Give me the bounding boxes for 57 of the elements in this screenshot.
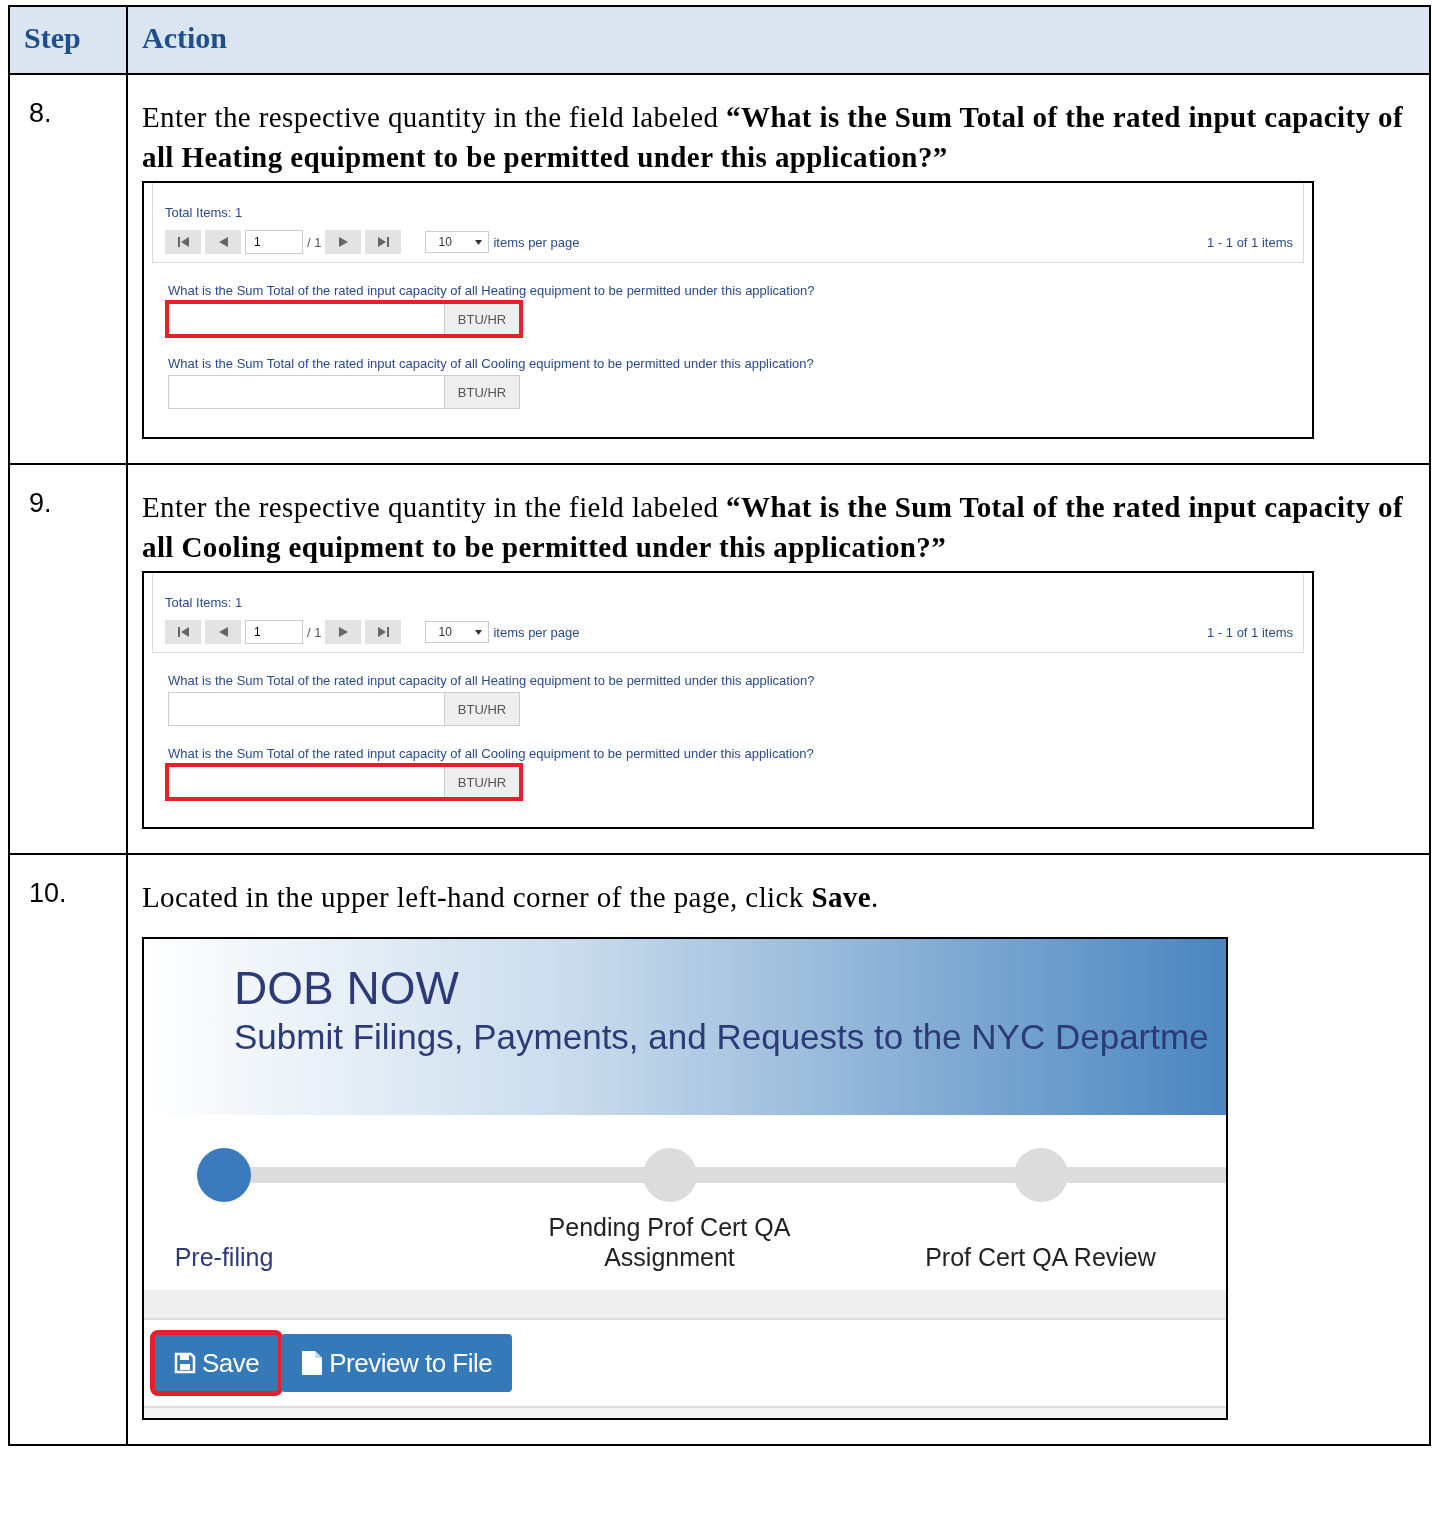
field-label: What is the Sum Total of the rated input capacity of all Cooling equipment to be permitted under this application? [168, 746, 815, 761]
unit-label: BTU/HR [444, 767, 519, 797]
document-icon [301, 1350, 324, 1376]
capacity-input-group[interactable]: BTU/HR [165, 763, 523, 801]
instruction-text: Located in the upper left-hand corner of the page, click Save. [142, 880, 880, 915]
capacity-input-group[interactable]: BTU/HR [168, 692, 520, 726]
item-range-text: 1 - 1 of 1 items [1207, 624, 1293, 640]
last-page-icon [377, 237, 389, 247]
page-count-text: / 1 [307, 234, 322, 250]
capacity-input-group[interactable]: BTU/HR [168, 375, 520, 409]
dropdown-caret-icon [475, 239, 483, 245]
first-page-icon [177, 627, 189, 637]
page-size-dropdown[interactable]: 10 [425, 621, 490, 643]
total-items-text: Total Items: 1 [165, 205, 244, 220]
unit-label: BTU/HR [444, 693, 519, 725]
instruction-text: Enter the respective quantity in the field labeled “What is the Sum Total of the rated input capacity of all Heating equipment to be permitted under this application?” [142, 100, 1405, 175]
page-size-dropdown[interactable]: 10 [425, 231, 490, 253]
preview-button[interactable]: Preview to File [281, 1334, 513, 1392]
next-page-icon [338, 237, 348, 247]
page-count-text: / 1 [307, 624, 322, 640]
column-header: Action [127, 6, 1430, 74]
field-label: What is the Sum Total of the rated input capacity of all Heating equipment to be permitted under this application? [168, 283, 816, 298]
step-number: 8. [28, 97, 53, 129]
last-page-button[interactable] [365, 230, 402, 254]
previous-page-button[interactable] [205, 620, 241, 644]
instruction-text: Enter the respective quantity in the field labeled “What is the Sum Total of the rated input capacity of all Cooling equipment to be permitted under this application?” [142, 490, 1405, 565]
items-per-page-label: items per page [493, 624, 580, 640]
step-number: 10. [28, 877, 68, 909]
column-header: Step [9, 6, 127, 74]
total-items-text: Total Items: 1 [165, 595, 244, 610]
app-subtitle: Submit Filings, Payments, and Requests to the NYC Departme [234, 1017, 1210, 1057]
first-page-icon [177, 237, 189, 247]
unit-label: BTU/HR [444, 304, 519, 334]
capacity-input-group[interactable]: BTU/HR [165, 300, 523, 338]
first-page-button[interactable] [165, 620, 201, 644]
page-number-field[interactable]: 1 [245, 620, 303, 644]
item-range-text: 1 - 1 of 1 items [1207, 234, 1293, 250]
next-page-button[interactable] [325, 620, 362, 644]
stage-label: Prof Cert QA Review [924, 1242, 1157, 1272]
next-page-button[interactable] [325, 230, 362, 254]
field-label: What is the Sum Total of the rated input capacity of all Cooling equipment to be permitted under this application? [168, 356, 815, 371]
dropdown-caret-icon [475, 629, 483, 635]
next-page-icon [338, 627, 348, 637]
stage-label: Pending Prof Cert QA Assignment [547, 1212, 792, 1272]
unit-label: BTU/HR [444, 376, 519, 408]
step-number: 9. [28, 487, 53, 519]
last-page-icon [377, 627, 389, 637]
previous-page-button[interactable] [205, 230, 241, 254]
items-per-page-label: items per page [493, 234, 580, 250]
first-page-button[interactable] [165, 230, 201, 254]
app-title: DOB NOW [234, 961, 460, 1015]
stage-label: Pre-filing [173, 1242, 275, 1272]
last-page-button[interactable] [365, 620, 402, 644]
field-label: What is the Sum Total of the rated input capacity of all Heating equipment to be permitted under this application? [168, 673, 816, 688]
page-number-field[interactable]: 1 [245, 230, 303, 254]
previous-page-icon [218, 237, 228, 247]
previous-page-icon [218, 627, 228, 637]
